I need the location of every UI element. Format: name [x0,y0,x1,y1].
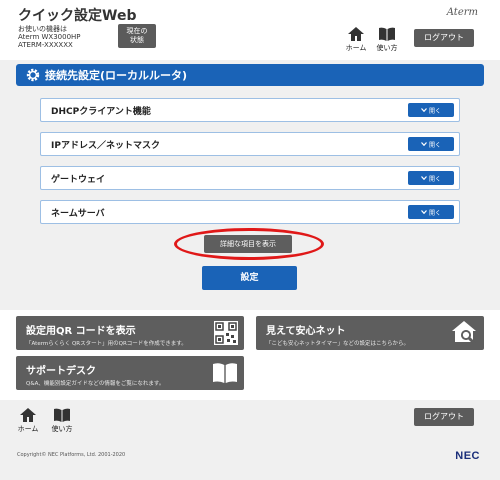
setting-row-gateway: ゲートウェイ 開く [40,166,460,190]
book-icon [379,27,395,41]
open-button-label: 開く [428,107,441,115]
open-button-label: 開く [428,209,441,217]
tile-title: 設定用QR コードを表示 [26,326,136,337]
tile-description: 「Atermらくらく QRスタート」用のQRコードを作成できます。 [26,341,187,347]
company-logo: NEC [455,450,480,462]
app-title: クイック設定Web [18,8,137,24]
copyright-text: Copyright© NEC Platforms, Ltd. 2001-2020 [17,452,126,458]
open-button-label: 開く [428,141,441,149]
open-button-label: 開く [428,175,441,183]
logout-button[interactable]: ログアウト [414,29,474,47]
row-label: ゲートウェイ [51,175,106,185]
book-icon [213,363,237,383]
highlight-oval [174,228,324,260]
row-label: ネームサーバ [51,209,105,219]
section-header: 接続先設定(ローカルルータ) [16,64,484,86]
qr-code-icon [214,321,238,345]
home-icon [20,408,36,422]
howto-label: 使い方 [376,44,398,52]
row-label: IPアドレス／ネットマスク [51,141,160,151]
open-button[interactable]: 開く [408,171,454,185]
chevron-down-icon [421,176,427,180]
chevron-down-icon [421,108,427,112]
book-icon [54,408,70,422]
chevron-down-icon [421,142,427,146]
row-label: DHCPクライアント機能 [51,107,151,117]
home-label: ホーム [345,44,367,52]
house-magnifier-icon [452,321,477,346]
device-name: ATERM-XXXXXX [18,41,73,49]
howto-nav[interactable]: 使い方 [374,27,400,53]
top-bar: クイック設定Web お使いの機器は Aterm WX3000HP ATERM-X… [0,0,500,61]
home-label: ホーム [17,425,39,433]
setting-row-nameserver: ネームサーバ 開く [40,200,460,224]
status-line-1: 現在の [126,27,148,35]
qr-code-tile[interactable]: 設定用QR コードを表示 「Atermらくらく QRスタート」用のQRコードを作… [16,316,244,350]
howto-label: 使い方 [51,425,73,433]
open-button[interactable]: 開く [408,103,454,117]
safety-net-tile[interactable]: 見えて安心ネット 「こども安心ネットタイマー」などの設定はこちらから。 [256,316,484,350]
home-icon [348,27,364,41]
gear-icon [26,68,40,82]
footer-logout-button[interactable]: ログアウト [414,408,474,426]
tile-title: 見えて安心ネット [266,326,346,337]
home-nav[interactable]: ホーム [344,27,368,53]
tile-description: 「こども安心ネットタイマー」などの設定はこちらから。 [266,341,410,347]
brand-logo: Aterm [446,7,478,18]
settings-submit-button[interactable]: 設定 [202,266,297,290]
chevron-down-icon [421,210,427,214]
open-button[interactable]: 開く [408,205,454,219]
current-status-button[interactable]: 現在の 状態 [118,24,156,48]
open-button[interactable]: 開く [408,137,454,151]
section-title: 接続先設定(ローカルルータ) [45,69,188,82]
tile-title: サポートデスク [26,366,96,377]
footer-howto-nav[interactable]: 使い方 [49,408,75,434]
setting-row-ip: IPアドレス／ネットマスク 開く [40,132,460,156]
support-desk-tile[interactable]: サポートデスク Q&A、機能別設定ガイドなどの情報をご覧になれます。 [16,356,244,390]
tile-description: Q&A、機能別設定ガイドなどの情報をご覧になれます。 [26,381,165,387]
footer-home-nav[interactable]: ホーム [16,408,40,434]
setting-row-dhcp: DHCPクライアント機能 開く [40,98,460,122]
status-line-2: 状態 [130,36,144,44]
